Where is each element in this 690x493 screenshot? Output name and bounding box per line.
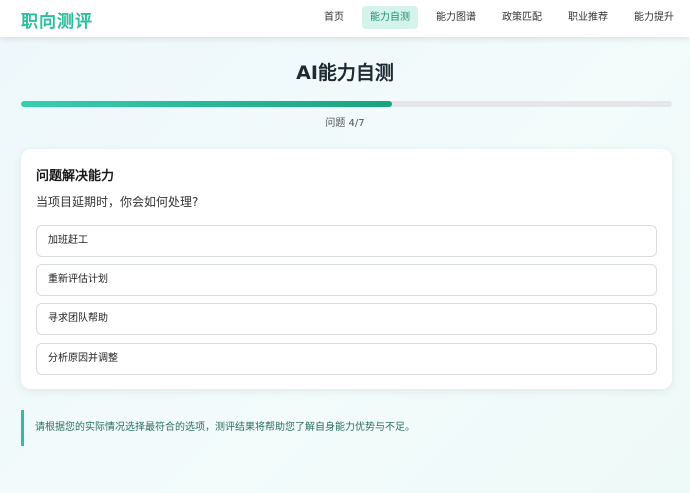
option-4[interactable]: 分析原因并调整 [36,343,657,375]
nav-item-ability-map[interactable]: 能力图谱 [428,6,484,29]
option-1[interactable]: 加班赶工 [36,225,657,257]
top-navbar: 职向测评 首页 能力自测 能力图谱 政策匹配 职业推荐 能力提升 [0,0,690,37]
question-text: 当项目延期时，你会如何处理? [36,195,199,209]
nav-item-home[interactable]: 首页 [316,6,352,29]
nav-item-ability-improve[interactable]: 能力提升 [626,6,682,29]
progress-label: 问题 4/7 [325,118,365,129]
nav-item-self-test[interactable]: 能力自测 [362,6,418,29]
question-category: 问题解决能力 [36,169,115,184]
nav-item-career-recommend[interactable]: 职业推荐 [560,6,616,29]
option-2[interactable]: 重新评估计划 [36,264,657,296]
progress-bar [21,101,672,107]
main-nav: 首页 能力自测 能力图谱 政策匹配 职业推荐 能力提升 [306,6,682,29]
logo[interactable]: 职向测评 [21,7,93,32]
option-3[interactable]: 寻求团队帮助 [36,303,657,335]
progress-bar-fill [21,101,393,107]
nav-item-policy-match[interactable]: 政策匹配 [494,6,550,29]
page-title: AI能力自测 [296,62,394,84]
tip-note: 请根据您的实际情况选择最符合的选项，测评结果将帮助您了解自身能力优势与不足。 [21,410,672,446]
question-card: 问题解决能力 当项目延期时，你会如何处理? 加班赶工 重新评估计划 寻求团队帮助… [21,149,672,389]
